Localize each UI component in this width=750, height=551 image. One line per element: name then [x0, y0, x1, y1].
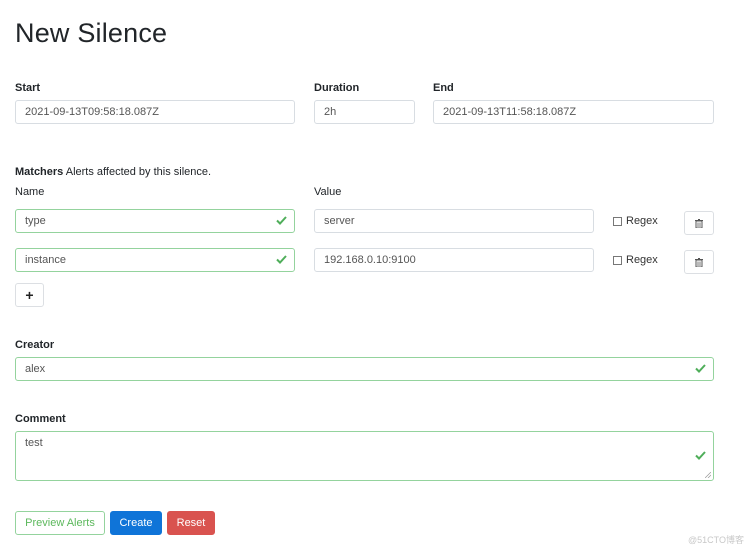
matcher-value-input[interactable]: server — [314, 209, 594, 233]
resize-handle-icon[interactable] — [705, 472, 711, 478]
comment-value: test — [25, 437, 43, 449]
trash-icon — [695, 257, 703, 267]
checkbox-box[interactable] — [613, 216, 622, 226]
check-icon — [695, 445, 706, 460]
duration-label: Duration — [314, 82, 360, 94]
creator-label: Creator — [15, 339, 55, 351]
matchers-description: Alerts affected by this silence. — [65, 166, 212, 178]
matcher-name-input[interactable]: instance — [15, 248, 295, 272]
creator-value: alex — [25, 363, 46, 375]
matchers-heading: Matchers Alerts affected by this silence… — [15, 166, 211, 178]
checkbox-box[interactable] — [613, 255, 622, 265]
trash-icon — [695, 218, 703, 228]
matcher-value-input[interactable]: 192.168.0.10:9100 — [314, 248, 594, 272]
regex-label: Regex — [626, 254, 658, 266]
page-title: New Silence — [15, 18, 168, 48]
reset-button[interactable]: Reset — [167, 511, 215, 535]
delete-matcher-button[interactable] — [684, 250, 714, 274]
check-icon — [276, 249, 287, 264]
end-label: End — [433, 82, 454, 94]
regex-label: Regex — [626, 215, 658, 227]
add-matcher-button[interactable]: + — [15, 283, 44, 307]
duration-input[interactable]: 2h — [314, 100, 415, 124]
watermark: @51CTO博客 — [688, 535, 744, 545]
delete-matcher-button[interactable] — [684, 211, 714, 235]
matcher-name-value: instance — [25, 254, 66, 266]
matcher-name-value: type — [25, 215, 46, 227]
comment-label: Comment — [15, 413, 66, 425]
start-input[interactable]: 2021-09-13T09:58:18.087Z — [15, 100, 295, 124]
check-icon — [695, 358, 706, 373]
matchers-title: Matchers — [15, 166, 64, 178]
matcher-name-input[interactable]: type — [15, 209, 295, 233]
create-button[interactable]: Create — [110, 511, 162, 535]
start-label: Start — [15, 82, 41, 94]
creator-input[interactable]: alex — [15, 357, 714, 381]
comment-textarea[interactable]: test — [15, 431, 714, 481]
value-column-header: Value — [314, 186, 342, 198]
name-column-header: Name — [15, 186, 45, 198]
check-icon — [276, 210, 287, 225]
plus-icon: + — [25, 287, 34, 303]
preview-alerts-button[interactable]: Preview Alerts — [15, 511, 105, 535]
regex-checkbox[interactable]: Regex — [613, 254, 658, 266]
end-input[interactable]: 2021-09-13T11:58:18.087Z — [433, 100, 714, 124]
regex-checkbox[interactable]: Regex — [613, 215, 658, 227]
